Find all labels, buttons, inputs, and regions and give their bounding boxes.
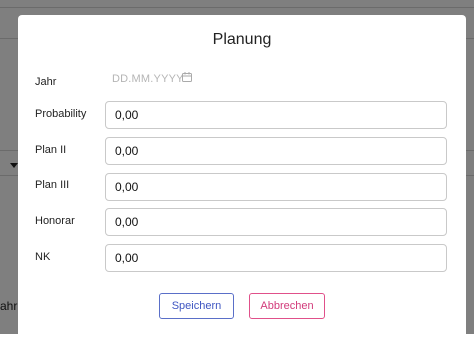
planung-dialog: Planung Jahr DD.MM.YYYY Probability 0,00… bbox=[18, 15, 466, 355]
plan-ii-input[interactable]: 0,00 bbox=[105, 137, 447, 165]
plan-iii-label: Plan III bbox=[35, 179, 70, 191]
plan-iii-input[interactable]: 0,00 bbox=[105, 173, 447, 201]
honorar-input[interactable]: 0,00 bbox=[105, 208, 447, 236]
jahr-label: Jahr bbox=[35, 76, 57, 88]
nk-label: NK bbox=[35, 251, 51, 263]
jahr-date-input[interactable]: DD.MM.YYYY bbox=[112, 73, 184, 85]
calendar-icon[interactable] bbox=[182, 72, 192, 82]
probability-label: Probability bbox=[35, 108, 87, 120]
dialog-title: Planung bbox=[212, 31, 272, 48]
nk-input[interactable]: 0,00 bbox=[105, 244, 447, 272]
plan-ii-label: Plan II bbox=[35, 144, 67, 156]
cancel-button[interactable]: Abbrechen bbox=[249, 293, 325, 319]
save-button[interactable]: Speichern bbox=[159, 293, 234, 319]
probability-input[interactable]: 0,00 bbox=[105, 101, 447, 129]
honorar-label: Honorar bbox=[35, 215, 75, 227]
